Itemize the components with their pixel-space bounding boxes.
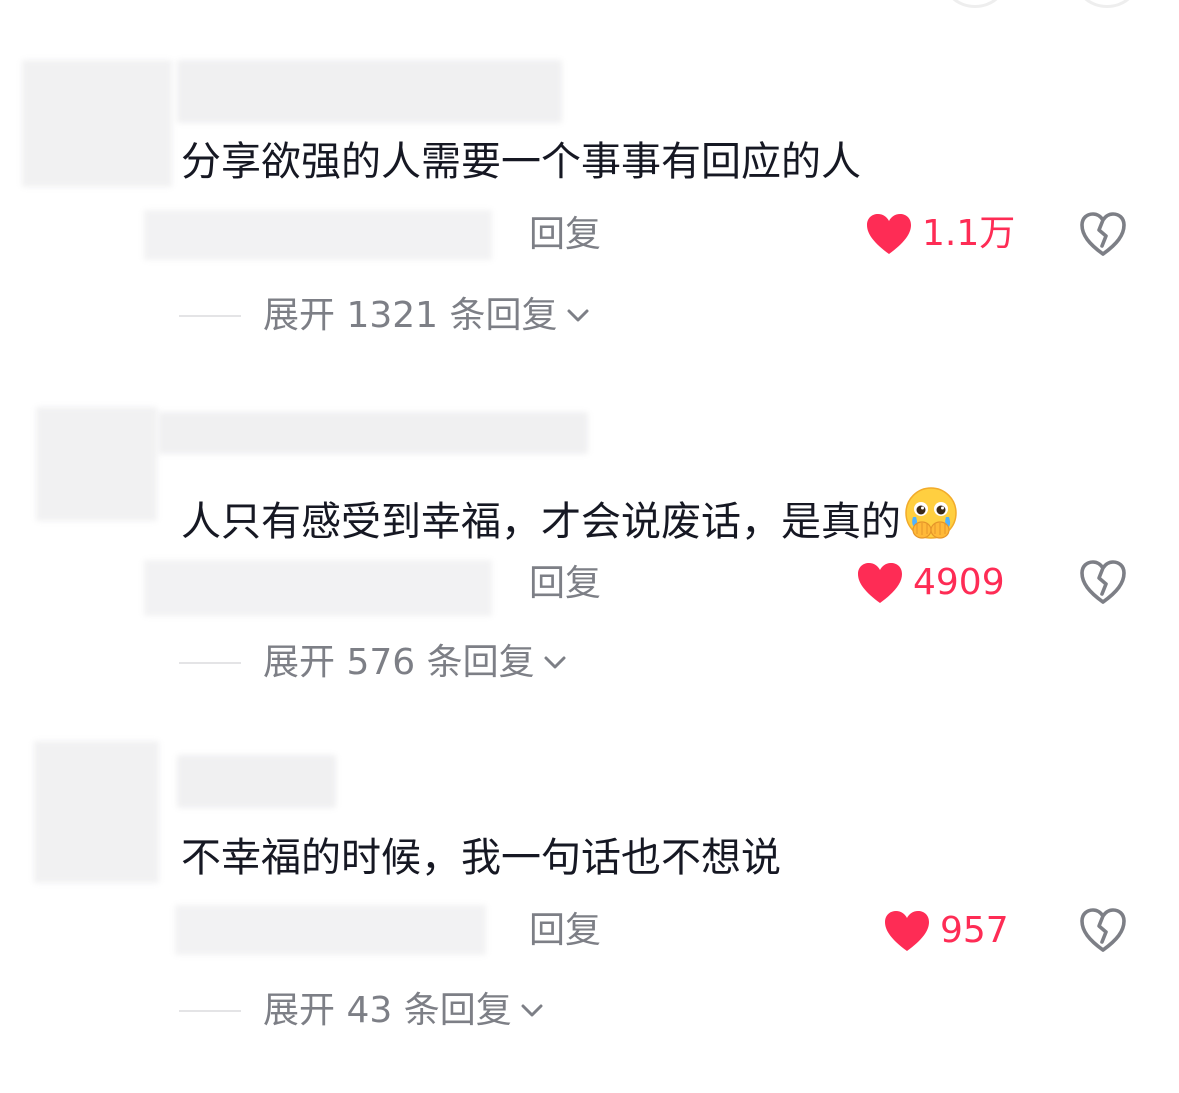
dislike-button[interactable]: [1078, 906, 1128, 958]
comment-item: 不幸福的时候，我一句话也不想说 回复 957 展开 43 条回复: [0, 0, 1179, 1031]
reply-button[interactable]: 回复: [529, 909, 601, 953]
broken-heart-icon: [1080, 908, 1126, 952]
comment-text: 人只有感受到幸福，才会说废话，是真的: [181, 487, 959, 546]
like-button[interactable]: 957: [884, 909, 1009, 953]
heart-icon: [885, 911, 929, 951]
username[interactable]: [158, 412, 588, 454]
expand-replies-label: 展开 43 条回复: [263, 990, 512, 1031]
chevron-down-icon: [521, 1004, 543, 1017]
username[interactable]: [177, 755, 336, 808]
expand-replies-button[interactable]: 展开 576 条回复: [263, 641, 567, 685]
expand-replies-label: 展开 576 条回复: [263, 642, 535, 683]
comment-meta: [175, 905, 486, 955]
expand-divider: [179, 662, 241, 664]
heart-icon: [858, 563, 902, 603]
reply-button[interactable]: 回复: [529, 562, 601, 606]
comment-text-body: 不幸福的时候，我一句话也不想说: [181, 835, 781, 881]
avatar[interactable]: [34, 741, 159, 883]
dislike-button[interactable]: [1078, 558, 1128, 610]
like-count: 4909: [913, 562, 1005, 603]
like-count: 957: [940, 910, 1009, 951]
crying-face-emoji-icon: [905, 487, 957, 539]
avatar[interactable]: [36, 407, 157, 521]
expand-replies-button[interactable]: 展开 43 条回复: [263, 989, 544, 1033]
comment-meta: [144, 560, 492, 616]
chevron-down-icon: [544, 656, 566, 669]
expand-divider: [179, 1010, 241, 1012]
comment-text: 不幸福的时候，我一句话也不想说: [181, 834, 781, 882]
comment-text-body: 人只有感受到幸福，才会说废话，是真的: [181, 499, 901, 545]
broken-heart-icon: [1080, 560, 1126, 604]
like-button[interactable]: 4909: [857, 561, 1005, 605]
